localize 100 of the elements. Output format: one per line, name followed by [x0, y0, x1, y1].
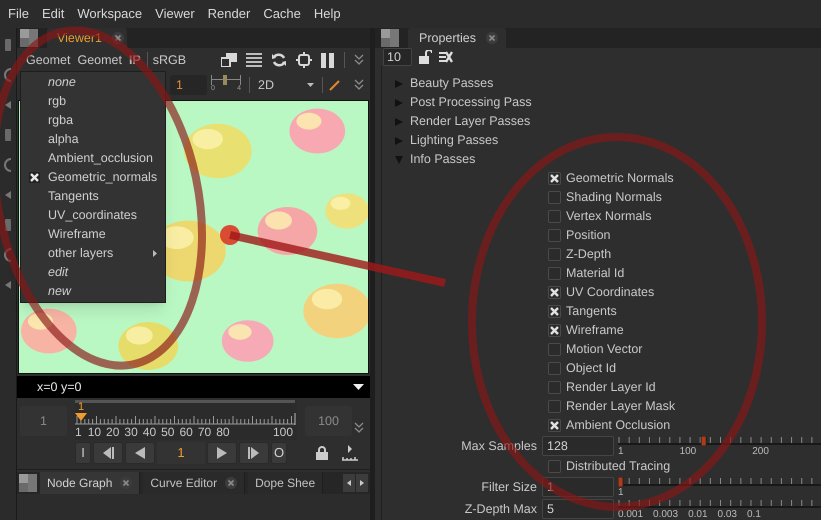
menu-item[interactable]: rgb [21, 92, 70, 111]
scroll-left-icon[interactable] [343, 474, 355, 492]
checkbox[interactable] [548, 460, 561, 473]
close-icon[interactable] [112, 32, 124, 44]
menu-bar-item[interactable]: Help [314, 4, 341, 24]
menu-bar-item[interactable]: Viewer [155, 4, 195, 24]
slider-scale[interactable] [618, 499, 821, 509]
checkbox[interactable] [548, 229, 561, 242]
tool-icon[interactable] [4, 188, 12, 202]
section-header[interactable]: Lighting Passes [382, 131, 821, 150]
checkbox[interactable] [548, 267, 561, 280]
checkbox[interactable] [548, 172, 561, 185]
slider-track[interactable]: 1 [618, 477, 821, 497]
list-icon[interactable] [246, 53, 262, 67]
panel-menu-icon[interactable] [20, 29, 38, 47]
last-frame-button[interactable] [239, 442, 269, 464]
slider-handle[interactable] [222, 75, 227, 85]
checkbox[interactable] [548, 286, 561, 299]
properties-tab[interactable]: Properties [408, 28, 506, 48]
checkbox[interactable] [548, 324, 561, 337]
current-frame-field[interactable]: 1 [157, 442, 205, 464]
end-frame-field[interactable]: 100 [305, 406, 352, 436]
menu-item[interactable]: new [21, 282, 75, 301]
region-icon[interactable] [221, 53, 237, 67]
menu-item[interactable]: rgba [21, 111, 78, 130]
menu-bar-item[interactable]: Render [208, 4, 250, 24]
checkbox[interactable] [548, 419, 561, 432]
close-icon[interactable] [225, 477, 238, 489]
section-header[interactable]: Post Processing Pass [382, 93, 821, 112]
checkbox[interactable] [548, 362, 561, 375]
menu-item[interactable]: UV_coordinates [21, 206, 141, 225]
start-frame-field[interactable]: 1 [20, 406, 67, 436]
slider-handle[interactable] [618, 477, 624, 487]
menu-item[interactable]: other layers [21, 244, 165, 263]
menu-item[interactable]: alpha [21, 130, 83, 149]
section-header[interactable]: Info Passes [382, 150, 821, 169]
param-field[interactable]: 5 [542, 499, 614, 519]
play-backward-button[interactable] [125, 442, 155, 464]
tool-icon[interactable] [4, 248, 12, 262]
tool-icon[interactable] [4, 158, 12, 172]
ruler-icon[interactable] [342, 445, 358, 461]
in-point-button[interactable]: I [75, 442, 91, 464]
section-header[interactable]: Render Layer Passes [382, 112, 821, 131]
tool-icon[interactable] [4, 98, 12, 112]
pause-icon[interactable] [321, 52, 335, 68]
crosshair-icon[interactable] [296, 52, 312, 68]
slider-scale[interactable] [618, 436, 821, 446]
menu-item[interactable]: none [21, 73, 80, 92]
checkbox[interactable] [548, 248, 561, 261]
frame-field[interactable]: 1 [170, 75, 207, 95]
panel-tab[interactable]: Dope Shee [248, 472, 324, 494]
close-icon[interactable] [486, 32, 498, 44]
checkbox[interactable] [548, 343, 561, 356]
chevron-icon[interactable] [354, 54, 364, 66]
checkbox[interactable] [548, 381, 561, 394]
colorspace-dropdown[interactable]: sRGB [152, 50, 186, 70]
checkbox[interactable] [548, 400, 561, 413]
view-mode-dropdown[interactable]: 2D [256, 75, 316, 95]
tool-icon[interactable] [4, 38, 12, 52]
slider-scale[interactable] [618, 477, 821, 487]
max-panels-field[interactable]: 10 [383, 48, 412, 66]
tool-icon[interactable] [4, 68, 12, 82]
checkbox[interactable] [548, 305, 561, 318]
slider-track[interactable]: 1 100 200 [618, 436, 821, 456]
menu-item[interactable]: Geometric_normals [21, 168, 162, 187]
menu-bar-item[interactable]: Edit [42, 4, 64, 24]
close-icon[interactable] [120, 477, 132, 489]
wand-icon[interactable] [329, 79, 341, 91]
tool-icon[interactable] [4, 278, 12, 292]
layer-button[interactable]: Geomet [26, 50, 70, 70]
menu-item[interactable]: Tangents [21, 187, 103, 206]
lock-icon[interactable] [316, 446, 328, 460]
unlock-icon[interactable] [419, 50, 432, 64]
menu-item[interactable]: Ambient_occlusion [21, 149, 157, 168]
channel-button[interactable]: Geomet [77, 50, 122, 70]
tool-icon[interactable] [4, 218, 12, 232]
panel-tab[interactable]: Curve Editor [143, 472, 246, 494]
param-field[interactable]: 128 [542, 436, 614, 456]
checkbox[interactable] [548, 191, 561, 204]
menu-item[interactable]: Wireframe [21, 225, 110, 244]
viewer-tab[interactable]: Viewer1 [47, 28, 127, 48]
menu-bar-item[interactable]: Cache [263, 4, 301, 24]
menu-bar-item[interactable]: File [8, 4, 29, 24]
menu-item[interactable]: edit [21, 263, 72, 282]
refresh-icon[interactable] [271, 52, 287, 68]
out-point-button[interactable]: O [271, 442, 287, 464]
dropdown-icon[interactable] [353, 384, 364, 390]
section-header[interactable]: Beauty Passes [382, 74, 821, 93]
menu-bar-item[interactable]: Workspace [77, 4, 142, 24]
close-all-icon[interactable] [439, 51, 453, 63]
chevron-icon[interactable] [354, 422, 364, 434]
scroll-right-icon[interactable] [356, 474, 368, 492]
tool-icon[interactable] [4, 128, 12, 142]
slider-handle[interactable] [700, 436, 707, 446]
chevron-icon[interactable] [354, 79, 364, 91]
playhead[interactable]: 1 [75, 402, 87, 421]
play-forward-button[interactable] [207, 442, 237, 464]
first-frame-button[interactable] [93, 442, 123, 464]
panel-tab[interactable]: Node Graph [40, 472, 140, 494]
checkbox[interactable] [548, 210, 561, 223]
